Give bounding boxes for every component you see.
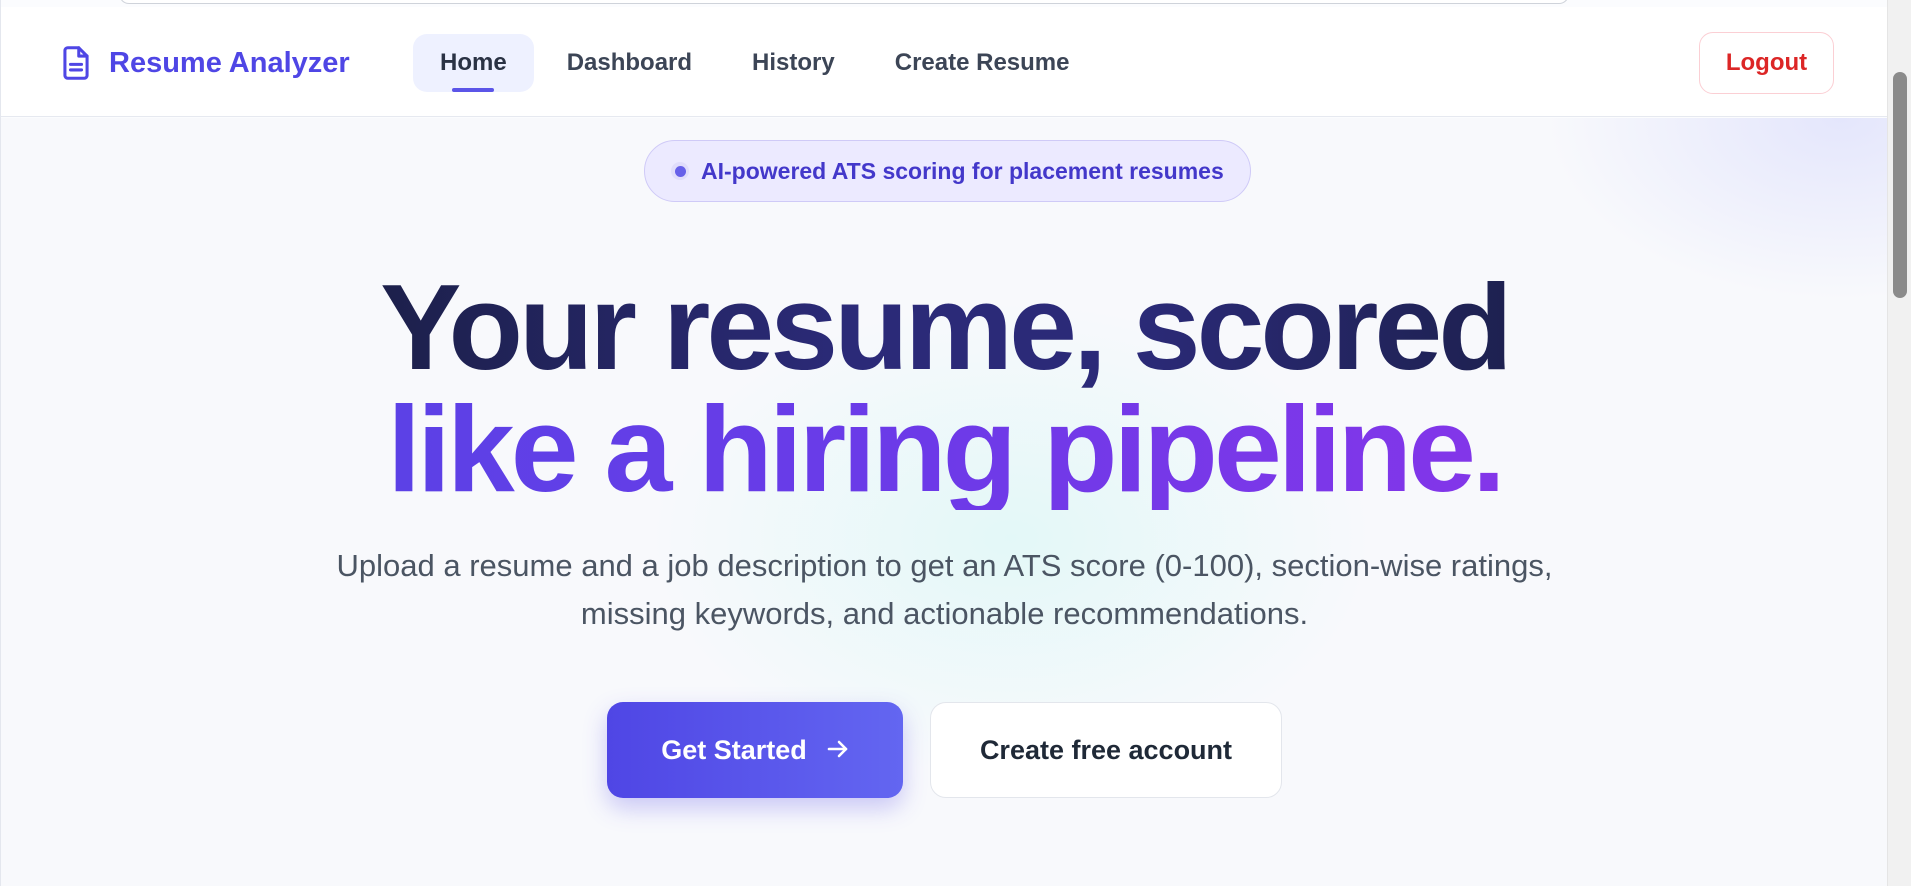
page-scrollbar[interactable] [1887, 0, 1911, 886]
nav-item-history[interactable]: History [725, 34, 862, 92]
cta-row: Get Started Create free account [607, 702, 1282, 798]
arrow-right-icon [827, 735, 849, 766]
logout-button[interactable]: Logout [1699, 32, 1834, 94]
main-nav: Home Dashboard History Create Resume [413, 34, 1102, 92]
top-navbar: Resume Analyzer Home Dashboard History C… [1, 7, 1887, 117]
hero-headline: Your resume, scored like a hiring pipeli… [1, 266, 1887, 510]
browser-chrome-edge [119, 0, 1569, 4]
get-started-button[interactable]: Get Started [607, 702, 903, 798]
headline-line-1: Your resume, scored [1, 266, 1887, 388]
brand[interactable]: Resume Analyzer [59, 45, 350, 81]
hero-subtitle: Upload a resume and a job description to… [336, 548, 1553, 631]
get-started-label: Get Started [661, 734, 807, 765]
badge-dot-icon [671, 162, 689, 180]
create-account-button[interactable]: Create free account [930, 702, 1282, 798]
scrollbar-thumb[interactable] [1893, 72, 1907, 298]
headline-line-2: like a hiring pipeline. [1, 388, 1887, 510]
hero-section: AI-powered ATS scoring for placement res… [1, 118, 1887, 886]
brand-name: Resume Analyzer [109, 46, 350, 79]
feature-badge: AI-powered ATS scoring for placement res… [644, 140, 1251, 202]
nav-item-create-resume[interactable]: Create Resume [868, 34, 1097, 92]
feature-badge-text: AI-powered ATS scoring for placement res… [701, 157, 1224, 184]
browser-viewport: Resume Analyzer Home Dashboard History C… [0, 0, 1887, 886]
nav-item-home[interactable]: Home [413, 34, 534, 92]
nav-item-dashboard[interactable]: Dashboard [540, 34, 719, 92]
document-icon [59, 45, 93, 81]
